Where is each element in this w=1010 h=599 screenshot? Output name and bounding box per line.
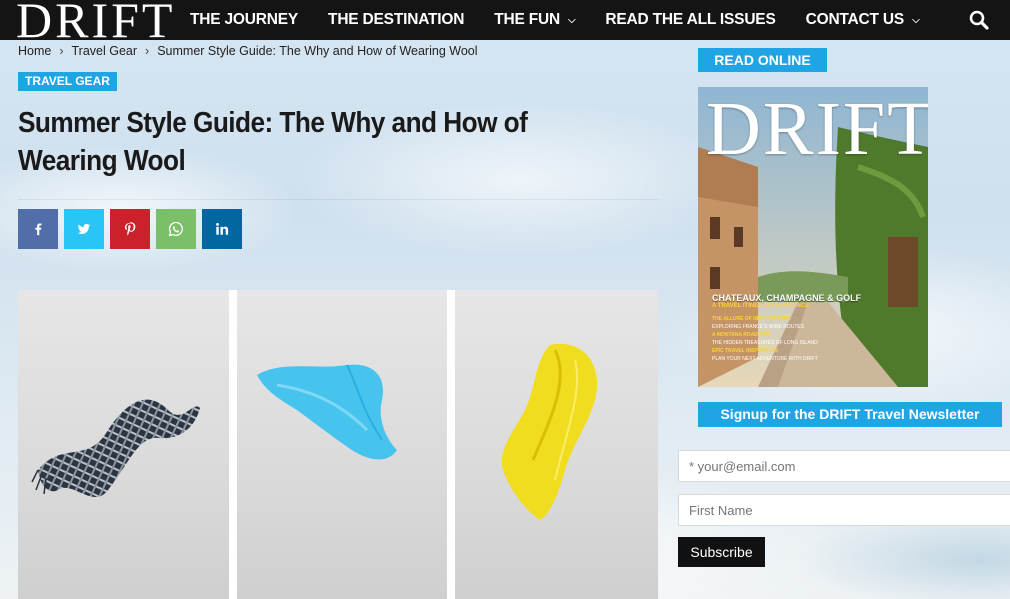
cover-story-list: THE ALLURE OF NEW ORLEANS EXPLORING FRAN… <box>712 315 818 363</box>
main-nav: THE JOURNEY THE DESTINATION THE FUN ⌵ RE… <box>190 0 949 40</box>
page-title: Summer Style Guide: The Why and How of W… <box>18 107 528 177</box>
twitter-icon <box>77 223 91 234</box>
category-badge[interactable]: TRAVEL GEAR <box>18 72 117 91</box>
whatsapp-share-button[interactable] <box>156 209 196 249</box>
site-logo[interactable]: DRIFT <box>16 0 175 48</box>
nav-label: THE DESTINATION <box>328 11 465 28</box>
read-online-heading[interactable]: READ ONLINE <box>698 48 827 72</box>
linkedin-share-button[interactable] <box>202 209 242 249</box>
site-header: DRIFT THE JOURNEY THE DESTINATION THE FU… <box>0 0 1010 48</box>
plaid-scarf-photo <box>18 290 229 599</box>
blue-scarf-photo <box>237 290 447 599</box>
nav-label: READ THE ALL ISSUES <box>605 11 776 28</box>
subscribe-button[interactable]: Subscribe <box>678 537 765 567</box>
cover-story: THE ALLURE OF NEW ORLEANS <box>712 316 791 322</box>
nav-item-contact-us[interactable]: CONTACT US ⌵ <box>806 0 920 40</box>
email-field[interactable] <box>678 450 1010 482</box>
whatsapp-icon <box>168 221 183 237</box>
breadcrumb-current: Summer Style Guide: The Why and How of W… <box>157 44 478 58</box>
cover-story: EXPLORING FRANCE'S WINE ROUTES <box>712 324 805 330</box>
yellow-scarf-photo <box>455 290 658 599</box>
nav-label: THE FUN <box>494 11 561 28</box>
chevron-down-icon: ⌵ <box>912 15 920 26</box>
nav-label: THE JOURNEY <box>190 11 299 28</box>
cover-story: THE HIDDEN TREASURES OF LONG ISLAND <box>712 340 818 346</box>
cover-headline: CHATEAUX, CHAMPAGNE & GOLF <box>712 293 862 303</box>
linkedin-icon <box>216 222 229 235</box>
pinterest-icon <box>125 222 136 236</box>
chevron-down-icon: ⌵ <box>568 15 576 26</box>
cover-story: PLAN YOUR NEXT ADVENTURE WITH DRIFT <box>712 356 818 362</box>
nav-label: CONTACT US <box>805 11 905 28</box>
facebook-icon <box>35 223 42 236</box>
first-name-field[interactable] <box>678 494 1010 526</box>
newsletter-heading: Signup for the DRIFT Travel Newsletter <box>698 402 1002 427</box>
cover-subheadline: A TRAVEL ITINERARY IN FRANCE <box>712 303 810 309</box>
facebook-share-button[interactable] <box>18 209 58 249</box>
cover-story: A MONTANA ROAD TRIP <box>712 332 771 338</box>
cover-story: EPIC TRAVEL INSPIRATION <box>712 348 778 354</box>
cover-logo: DRIFT <box>706 87 928 171</box>
nav-item-read-all-issues[interactable]: READ THE ALL ISSUES <box>605 0 775 40</box>
search-icon[interactable] <box>968 9 990 31</box>
nav-item-the-fun[interactable]: THE FUN ⌵ <box>494 0 575 40</box>
title-divider <box>18 199 658 200</box>
share-bar <box>18 209 248 249</box>
nav-item-the-journey[interactable]: THE JOURNEY <box>190 0 298 40</box>
article-hero-image <box>18 290 658 599</box>
nav-item-the-destination[interactable]: THE DESTINATION <box>328 0 464 40</box>
twitter-share-button[interactable] <box>64 209 104 249</box>
pinterest-share-button[interactable] <box>110 209 150 249</box>
magazine-cover[interactable]: DRIFT CHATEAUX, CHAMPAGNE & GOLF A TRAVE… <box>698 87 928 387</box>
